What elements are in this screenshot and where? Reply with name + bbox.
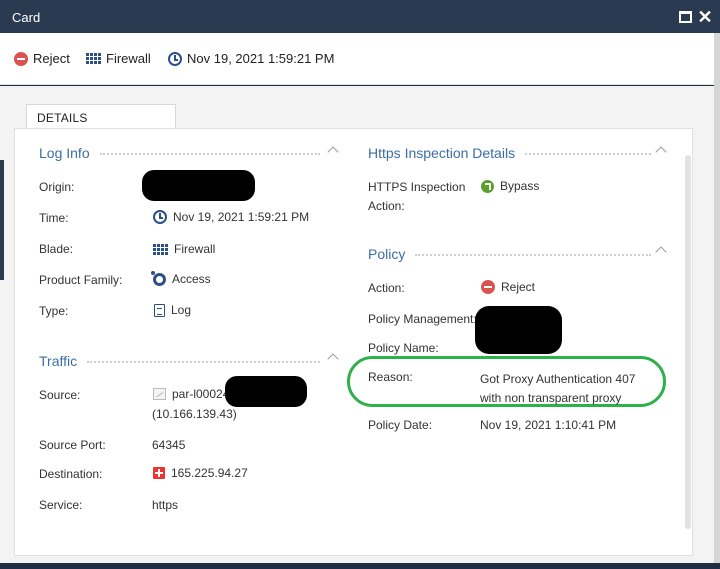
toolbar-time: Nov 19, 2021 1:59:21 PM bbox=[168, 51, 334, 66]
reject-icon bbox=[481, 280, 495, 294]
policy-date-value: Nov 19, 2021 1:10:41 PM bbox=[480, 418, 617, 432]
host-icon bbox=[153, 388, 166, 400]
title-bar: Card ✕ bbox=[0, 0, 720, 33]
https-action-label-line2: Action: bbox=[368, 199, 405, 213]
traffic-collapse-chevron-up-icon[interactable] bbox=[328, 352, 338, 362]
policy-action-label: Action: bbox=[368, 281, 405, 295]
product-family-value: Access bbox=[151, 270, 211, 286]
access-icon bbox=[151, 270, 166, 286]
clock-icon bbox=[153, 210, 167, 224]
service-value: https bbox=[152, 498, 179, 512]
destination-value: 165.225.94.27 bbox=[153, 466, 248, 480]
tab-details[interactable]: DETAILS bbox=[26, 104, 176, 129]
time-value: Nov 19, 2021 1:59:21 PM bbox=[153, 210, 309, 224]
policy-collapse-chevron-up-icon[interactable] bbox=[656, 245, 666, 255]
maximize-button[interactable] bbox=[677, 9, 693, 25]
firewall-icon bbox=[153, 243, 168, 255]
swiss-flag-icon bbox=[153, 467, 165, 479]
source-value: par-l00024 bbox=[153, 387, 229, 401]
close-button[interactable]: ✕ bbox=[697, 8, 713, 26]
log-info-title: Log Info bbox=[39, 145, 320, 161]
log-icon bbox=[154, 303, 165, 317]
blade-label: Blade: bbox=[39, 242, 74, 256]
source-port-value: 64345 bbox=[152, 438, 186, 452]
blade-value: Firewall bbox=[153, 242, 215, 256]
window-title: Card bbox=[12, 10, 41, 25]
scrollbar[interactable] bbox=[685, 155, 691, 529]
policy-name-label: Policy Name: bbox=[368, 341, 439, 355]
type-label: Type: bbox=[39, 304, 69, 318]
reject-icon bbox=[14, 51, 28, 66]
destination-value-text[interactable]: 165.225.94.27 bbox=[171, 466, 248, 480]
product-family-value-text: Access bbox=[172, 272, 211, 286]
divider bbox=[87, 361, 320, 363]
card-window: Card ✕ Reject Firewall Nov 19, 2021 1:59… bbox=[0, 0, 720, 569]
source-ip: (10.166.139.43) bbox=[152, 407, 237, 421]
https-action-value-text: Bypass bbox=[500, 179, 540, 193]
toolbar-blade-label: Firewall bbox=[106, 51, 151, 66]
policy-title-text: Policy bbox=[368, 246, 406, 262]
policy-date-label: Policy Date: bbox=[368, 418, 433, 432]
policy-title: Policy bbox=[368, 246, 651, 262]
type-value: Log bbox=[154, 303, 191, 317]
destination-label: Destination: bbox=[39, 467, 103, 481]
policy-redaction bbox=[475, 306, 562, 354]
policy-management-label: Policy Management: bbox=[368, 312, 477, 326]
traffic-title: Traffic bbox=[39, 353, 320, 369]
traffic-title-text: Traffic bbox=[39, 353, 78, 369]
policy-action-value: Reject bbox=[481, 280, 535, 294]
divider bbox=[99, 153, 320, 155]
reason-label: Reason: bbox=[368, 370, 413, 384]
origin-redaction bbox=[142, 170, 255, 201]
firewall-icon bbox=[86, 53, 101, 64]
side-strip bbox=[714, 33, 720, 569]
product-family-label: Product Family: bbox=[39, 273, 123, 287]
toolbar-action: Reject bbox=[14, 51, 70, 66]
toolbar-time-label: Nov 19, 2021 1:59:21 PM bbox=[187, 51, 335, 66]
toolbar-blade: Firewall bbox=[86, 51, 151, 66]
maximize-icon bbox=[678, 11, 692, 23]
time-label: Time: bbox=[39, 211, 69, 225]
source-label: Source: bbox=[39, 388, 81, 402]
https-collapse-chevron-up-icon[interactable] bbox=[656, 145, 666, 155]
policy-action-value-text: Reject bbox=[501, 280, 536, 294]
origin-label: Origin: bbox=[39, 180, 75, 194]
blade-value-text: Firewall bbox=[174, 242, 216, 256]
toolbar-action-label: Reject bbox=[33, 51, 70, 66]
https-action-value: Bypass bbox=[481, 179, 539, 193]
type-value-text: Log bbox=[171, 303, 192, 317]
divider bbox=[415, 254, 651, 256]
divider bbox=[525, 153, 651, 155]
log-info-collapse-chevron-up-icon[interactable] bbox=[328, 145, 338, 155]
toolbar: Reject Firewall Nov 19, 2021 1:59:21 PM bbox=[0, 33, 720, 85]
https-action-label-line1: HTTPS Inspection bbox=[368, 180, 466, 194]
time-value-text: Nov 19, 2021 1:59:21 PM bbox=[173, 210, 310, 224]
source-port-label: Source Port: bbox=[39, 438, 106, 452]
clock-icon bbox=[168, 51, 182, 66]
bypass-icon bbox=[481, 179, 494, 193]
reason-value: Got Proxy Authentication 407 with non tr… bbox=[480, 372, 636, 405]
details-panel bbox=[14, 128, 693, 556]
service-label: Service: bbox=[39, 498, 83, 512]
https-inspection-title: Https Inspection Details bbox=[368, 145, 651, 161]
source-host-text[interactable]: par-l00024 bbox=[172, 387, 229, 401]
https-inspection-title-text: Https Inspection Details bbox=[368, 145, 516, 161]
log-info-title-text: Log Info bbox=[39, 145, 90, 161]
source-redaction bbox=[225, 376, 307, 407]
bottom-bar bbox=[0, 563, 720, 569]
left-accent bbox=[0, 160, 4, 280]
